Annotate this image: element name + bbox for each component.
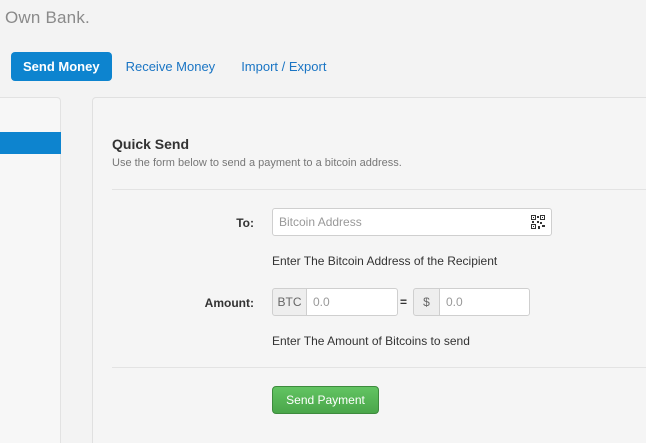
equals-sign: = — [400, 295, 408, 309]
usd-amount-input[interactable]: 0.0 — [439, 288, 530, 316]
tab-import-export[interactable]: Import / Export — [229, 52, 338, 81]
main-nav: Send Money Receive Money Import / Export — [11, 52, 340, 81]
btc-amount-input[interactable]: 0.0 — [306, 288, 398, 316]
tab-receive-money[interactable]: Receive Money — [114, 52, 228, 81]
divider — [112, 189, 646, 190]
sidebar-item-active[interactable] — [0, 132, 61, 154]
qr-code-icon[interactable] — [531, 215, 545, 229]
amount-label: Amount: — [204, 296, 254, 310]
send-payment-button[interactable]: Send Payment — [272, 386, 379, 414]
sidebar — [0, 97, 61, 443]
quick-send-subtitle: Use the form below to send a payment to … — [112, 157, 402, 169]
tab-send-money[interactable]: Send Money — [11, 52, 112, 81]
bitcoin-address-input[interactable]: Bitcoin Address — [272, 208, 552, 236]
quick-send-title: Quick Send — [112, 136, 190, 152]
usd-addon: $ — [413, 288, 440, 316]
amount-help-text: Enter The Amount of Bitcoins to send — [272, 334, 470, 348]
btc-amount-placeholder: 0.0 — [313, 295, 330, 309]
divider — [112, 367, 646, 368]
address-help-text: Enter The Bitcoin Address of the Recipie… — [272, 254, 498, 268]
quick-send-panel: Quick Send Use the form below to send a … — [92, 97, 646, 443]
usd-amount-placeholder: 0.0 — [446, 295, 463, 309]
brand-title: Own Bank. — [5, 8, 90, 27]
to-label: To: — [236, 216, 254, 230]
bitcoin-address-placeholder: Bitcoin Address — [279, 215, 362, 229]
btc-addon: BTC — [272, 288, 307, 316]
